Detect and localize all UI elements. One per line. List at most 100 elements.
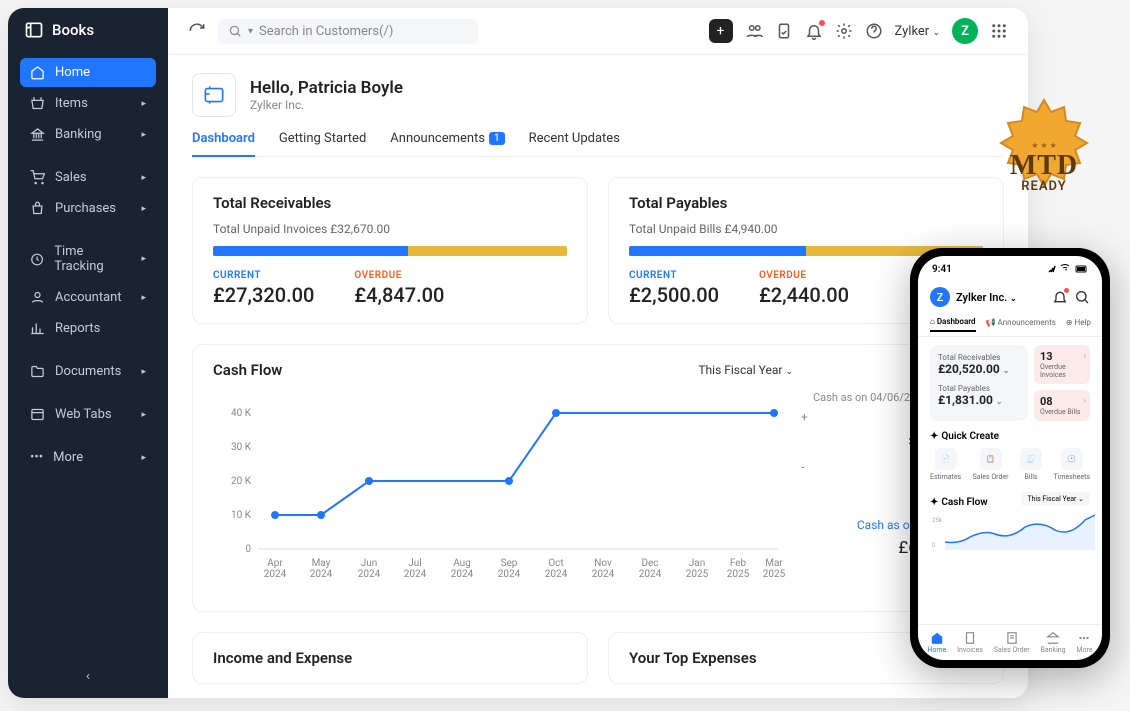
phone-nav-more[interactable]: More — [1076, 631, 1092, 654]
svg-text:0: 0 — [245, 544, 251, 555]
svg-text:2024: 2024 — [310, 569, 333, 580]
phone-overdue-bills[interactable]: 08 Overdue Bills › — [1034, 390, 1090, 421]
phone-org-switcher[interactable]: Zylker Inc. ⌄ — [956, 291, 1046, 304]
chevron-right-icon: ▸ — [141, 293, 146, 303]
phone-cashflow-period[interactable]: This Fiscal Year ⌄ — [1021, 492, 1090, 506]
receivables-current-label: CURRENT — [213, 270, 314, 281]
svg-text:2025: 2025 — [727, 569, 750, 580]
sidebar-item-sales[interactable]: Sales▸ — [20, 163, 156, 192]
svg-text:2024: 2024 — [592, 569, 615, 580]
phone-nav-banking[interactable]: Banking — [1040, 631, 1065, 654]
apps-grid-icon[interactable] — [990, 22, 1008, 40]
svg-text:2024: 2024 — [264, 569, 287, 580]
phone-qc-estimates[interactable]: 📄Estimates — [930, 448, 961, 481]
svg-text:2024: 2024 — [404, 569, 427, 580]
app-logo[interactable]: Books — [8, 8, 168, 52]
sidebar-item-home[interactable]: Home — [20, 58, 156, 87]
sidebar-item-web-tabs[interactable]: Web Tabs▸ — [20, 400, 156, 429]
payables-overdue-value: £2,440.00 — [759, 283, 849, 307]
notifications-icon[interactable] — [805, 22, 823, 40]
phone-nav-home[interactable]: Home — [927, 631, 946, 654]
phone-receivables-card[interactable]: Total Receivables £20,520.00 ⌄ Total Pay… — [930, 345, 1028, 421]
svg-text:2024: 2024 — [498, 569, 521, 580]
phone-cashflow-header: ✦ Cash Flow — [930, 497, 988, 508]
phone-nav-invoices[interactable]: Invoices — [957, 631, 983, 654]
svg-text:2025: 2025 — [686, 569, 709, 580]
search-input[interactable]: ▾ Search in Customers(/) — [218, 19, 478, 44]
svg-text:Jul: Jul — [408, 558, 421, 569]
svg-text:Sep: Sep — [501, 558, 518, 569]
folder-icon — [30, 364, 45, 379]
clipboard-icon[interactable] — [775, 22, 793, 40]
greeting-subtitle: Zylker Inc. — [250, 98, 403, 112]
window-icon — [30, 407, 45, 422]
bag-icon — [30, 96, 45, 111]
svg-text:Nov: Nov — [594, 558, 612, 569]
sidebar-collapse-button[interactable]: ‹ — [8, 655, 168, 698]
clock-icon — [30, 252, 44, 267]
phone-qc-sales-order[interactable]: 📋Sales Order — [973, 448, 1009, 481]
dashboard-tabs: Dashboard Getting Started Announcements1… — [192, 131, 1004, 157]
mtd-ready-badge: ★ ★ ★ MTD READY — [984, 96, 1104, 216]
svg-text:2024: 2024 — [639, 569, 662, 580]
chevron-right-icon: ▸ — [141, 410, 146, 420]
phone-tab-dashboard[interactable]: ⌂ Dashboard — [930, 317, 976, 332]
bank-icon — [30, 127, 45, 142]
svg-text:Jun: Jun — [361, 558, 378, 569]
payables-current-label: CURRENT — [629, 270, 719, 281]
tab-dashboard[interactable]: Dashboard — [192, 131, 255, 156]
sidebar-item-documents[interactable]: Documents▸ — [20, 357, 156, 386]
cashflow-card: Cash Flow This Fiscal Year ⌄ 40 K 30 K 2… — [192, 344, 1004, 612]
tab-announcements[interactable]: Announcements1 — [390, 131, 504, 156]
phone-tab-help[interactable]: ⊕ Help — [1066, 317, 1091, 332]
chevron-right-icon: ▸ — [141, 173, 146, 183]
phone-search-icon[interactable] — [1074, 289, 1090, 305]
chevron-right-icon: ▸ — [141, 99, 146, 109]
tab-recent-updates[interactable]: Recent Updates — [529, 131, 620, 156]
sidebar-item-accountant[interactable]: Accountant▸ — [20, 283, 156, 312]
mobile-preview: 9:41 Z Zylker Inc. ⌄ ⌂ Dashboard 📢 Annou… — [910, 248, 1110, 668]
svg-text:Mar: Mar — [765, 558, 783, 569]
more-icon: ••• — [30, 450, 43, 465]
chevron-right-icon: ▸ — [141, 130, 146, 140]
sidebar-item-more[interactable]: ••• More▸ — [20, 443, 156, 472]
sidebar-item-time-tracking[interactable]: Time Tracking▸ — [20, 237, 156, 281]
phone-nav-sales-order[interactable]: Sales Order — [994, 631, 1030, 654]
sidebar-item-purchases[interactable]: Purchases▸ — [20, 194, 156, 223]
payables-sub: Total Unpaid Bills £4,940.00 — [629, 222, 983, 236]
svg-text:Apr: Apr — [267, 558, 283, 569]
chevron-left-icon: ‹ — [86, 669, 90, 684]
income-expense-title: Income and Expense — [213, 649, 567, 667]
payables-current-value: £2,500.00 — [629, 283, 719, 307]
tab-getting-started[interactable]: Getting Started — [279, 131, 366, 156]
cashflow-period-selector[interactable]: This Fiscal Year ⌄ — [698, 363, 793, 377]
sidebar: Books Home Items▸ Banking▸ Sales▸ P — [8, 8, 168, 698]
phone-notifications-icon[interactable] — [1052, 289, 1068, 305]
phone-status-bar: 9:41 — [918, 256, 1102, 281]
svg-text:2024: 2024 — [358, 569, 381, 580]
sidebar-item-reports[interactable]: Reports — [20, 314, 156, 343]
settings-icon[interactable] — [835, 22, 853, 40]
receivables-current-value: £27,320.00 — [213, 283, 314, 307]
phone-qc-bills[interactable]: 🧾Bills — [1020, 448, 1042, 481]
basket-icon — [30, 201, 45, 216]
user-avatar[interactable]: Z — [952, 18, 978, 44]
users-icon[interactable] — [745, 22, 763, 40]
phone-overdue-invoices[interactable]: 13 Overdue Invoices › — [1034, 345, 1090, 384]
receivables-overdue-label: OVERDUE — [354, 270, 444, 281]
help-icon[interactable] — [865, 22, 883, 40]
phone-qc-timesheets[interactable]: 🕒Timesheets — [1053, 448, 1090, 481]
search-icon — [228, 24, 242, 38]
phone-tab-announcements[interactable]: 📢 Announcements — [986, 317, 1056, 332]
sidebar-item-banking[interactable]: Banking▸ — [20, 120, 156, 149]
refresh-icon[interactable] — [188, 22, 206, 40]
org-switcher[interactable]: Zylker ⌄ — [895, 24, 940, 39]
phone-avatar[interactable]: Z — [930, 287, 950, 307]
quick-add-button[interactable]: + — [709, 19, 733, 43]
income-expense-card: Income and Expense — [192, 632, 588, 684]
svg-text:2025: 2025 — [763, 569, 786, 580]
greeting-title: Hello, Patricia Boyle — [250, 78, 403, 98]
chevron-right-icon: ▸ — [141, 453, 146, 463]
sidebar-item-items[interactable]: Items▸ — [20, 89, 156, 118]
svg-text:25k: 25k — [932, 517, 943, 524]
